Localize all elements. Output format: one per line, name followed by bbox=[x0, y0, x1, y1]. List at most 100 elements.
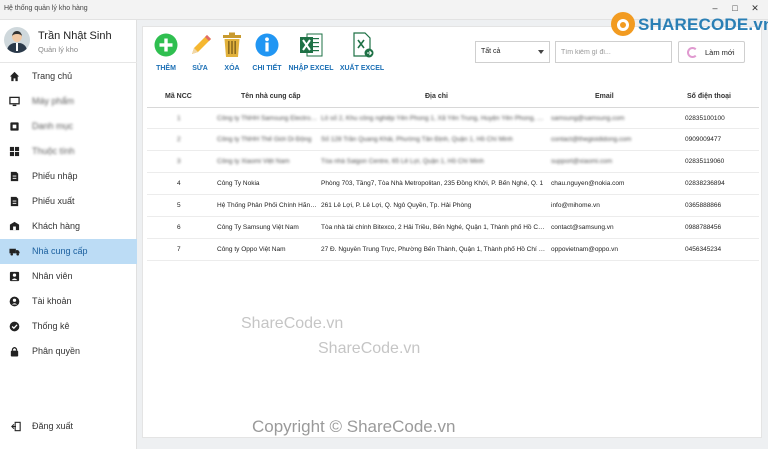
user-profile: Trần Nhật Sinh Quản lý kho bbox=[0, 20, 137, 63]
table-row[interactable]: 7 Công ty Oppo Việt Nam 27 Đ. Nguyễn Tru… bbox=[147, 239, 759, 261]
import-excel-button[interactable]: NHẬP EXCEL bbox=[287, 31, 335, 75]
table-row[interactable]: 2 Công ty TNHH Thế Giới Di Động Số 128 T… bbox=[147, 129, 759, 151]
refresh-button[interactable]: Làm mới bbox=[678, 41, 745, 63]
export-excel-button[interactable]: XUẤT EXCEL bbox=[339, 31, 385, 75]
column-header[interactable]: Email bbox=[595, 93, 614, 100]
cell-phone: 0988788456 bbox=[685, 224, 722, 231]
sidebar-item-label: Trang chủ bbox=[32, 71, 73, 81]
column-header[interactable]: Số điện thoại bbox=[687, 93, 731, 100]
cell-address: Tòa nhà Saigon Centre, 65 Lê Lợi, Quận 1… bbox=[321, 158, 484, 165]
window-title: Hệ thống quản lý kho hàng bbox=[4, 5, 88, 12]
sidebar-item-label: Thống kê bbox=[32, 321, 70, 331]
sidebar-item-label: Danh mục bbox=[32, 121, 74, 131]
add-label: THÊM bbox=[156, 65, 176, 72]
search-input[interactable] bbox=[555, 41, 672, 63]
table-row[interactable]: 6 Công Ty Samsung Việt Nam Tòa nhà tài c… bbox=[147, 217, 759, 239]
cell-email: samsung@samsung.com bbox=[551, 115, 625, 122]
check-circle-icon bbox=[9, 321, 20, 332]
table-row[interactable]: 1 Công ty TNHH Samsung Electronics Việt … bbox=[147, 107, 759, 129]
cell-email: info@mihome.vn bbox=[551, 202, 600, 209]
sharecode-logo-text: SHARECODE.vn bbox=[638, 15, 768, 34]
table-row[interactable]: 5 Hệ Thống Phân Phối Chính Hãng Xiaomi 2… bbox=[147, 195, 759, 217]
column-header[interactable]: Mã NCC bbox=[165, 93, 192, 100]
app-body: Trần Nhật Sinh Quản lý kho Trang chủ Máy… bbox=[0, 20, 768, 449]
sidebar-item-label: Nhà cung cấp bbox=[32, 246, 88, 256]
cell-id: 4 bbox=[177, 180, 181, 187]
cell-name: Công ty TNHH Thế Giới Di Động bbox=[217, 136, 312, 143]
cell-name: Công ty TNHH Samsung Electronics Việt Na… bbox=[217, 115, 317, 122]
edit-button[interactable]: SỬA bbox=[184, 31, 216, 75]
cell-email: chau.nguyen@nokia.com bbox=[551, 180, 625, 187]
sidebar-item-label: Phân quyền bbox=[32, 346, 81, 356]
cell-address: Phòng 703, Tầng7, Tòa Nhà Metropolitan, … bbox=[321, 180, 544, 187]
excel-icon bbox=[300, 33, 323, 57]
sidebar-item-customers[interactable]: Khách hàng bbox=[0, 214, 137, 239]
sidebar-item-label: Phiếu nhập bbox=[32, 171, 78, 181]
cell-address: Tòa nhà tài chính Bitexco, 2 Hải Triều, … bbox=[321, 224, 547, 231]
delete-button[interactable]: XÓA bbox=[216, 31, 248, 75]
document-out-icon bbox=[10, 196, 19, 207]
import-excel-label: NHẬP EXCEL bbox=[288, 65, 334, 72]
main-panel: THÊM SỬA XÓA CHI TIẾT NHẬP EXCEL XUẤT EX… bbox=[142, 26, 762, 438]
watermark-text: ShareCode.vn bbox=[241, 315, 344, 332]
column-header[interactable]: Địa chỉ bbox=[425, 93, 448, 100]
watermark-text: ShareCode.vn bbox=[318, 340, 421, 357]
home-icon bbox=[9, 71, 20, 82]
sidebar-item-label: Tài khoản bbox=[32, 296, 72, 306]
table-header: Mã NCC Tên nhà cung cấp Địa chỉ Email Số… bbox=[147, 87, 759, 107]
cell-address: Số 128 Trần Quang Khải, Phường Tân Định,… bbox=[321, 136, 513, 143]
plus-circle-icon bbox=[154, 33, 178, 57]
sidebar-item-import-receipt[interactable]: Phiếu nhập bbox=[0, 164, 137, 189]
sidebar: Trần Nhật Sinh Quản lý kho Trang chủ Máy… bbox=[0, 20, 137, 449]
detail-button[interactable]: CHI TIẾT bbox=[248, 31, 286, 75]
user-role: Quản lý kho bbox=[38, 45, 79, 54]
cell-email: contact@thegioididong.com bbox=[551, 136, 632, 143]
user-name: Trần Nhật Sinh bbox=[38, 30, 112, 42]
sidebar-item-account[interactable]: Tài khoản bbox=[0, 289, 137, 314]
sidebar-item-category[interactable]: Danh mục bbox=[0, 114, 137, 139]
info-icon bbox=[255, 33, 279, 57]
copyright-watermark: Copyright © ShareCode.vn bbox=[252, 417, 456, 436]
table-row[interactable]: 4 Công Ty Nokia Phòng 703, Tầng7, Tòa Nh… bbox=[147, 173, 759, 195]
add-button[interactable]: THÊM bbox=[148, 31, 184, 75]
sidebar-item-home[interactable]: Trang chủ bbox=[0, 64, 137, 89]
sidebar-item-suppliers[interactable]: Nhà cung cấp bbox=[0, 239, 137, 264]
cell-phone: 0909009477 bbox=[685, 136, 722, 143]
box-icon bbox=[10, 122, 19, 131]
customer-icon bbox=[9, 221, 20, 231]
edit-label: SỬA bbox=[192, 65, 208, 72]
cell-phone: 0456345234 bbox=[685, 246, 722, 253]
cell-email: contact@samsung.vn bbox=[551, 224, 614, 231]
sidebar-menu: Trang chủ Máy phẩm Danh mục Thuộc tính P… bbox=[0, 64, 137, 364]
cell-email: support@xiaomi.com bbox=[551, 158, 613, 165]
cell-name: Công ty Oppo Việt Nam bbox=[217, 246, 286, 253]
cell-id: 5 bbox=[177, 202, 181, 209]
truck-icon bbox=[9, 248, 20, 256]
supplier-table: Mã NCC Tên nhà cung cấp Địa chỉ Email Số… bbox=[147, 87, 759, 261]
sidebar-item-label: Thuộc tính bbox=[32, 146, 75, 156]
cell-id: 2 bbox=[177, 136, 181, 143]
monitor-icon bbox=[9, 96, 20, 107]
detail-label: CHI TIẾT bbox=[252, 65, 282, 72]
chevron-down-icon bbox=[538, 50, 544, 54]
sidebar-item-attributes[interactable]: Thuộc tính bbox=[0, 139, 137, 164]
cell-email: oppovietnam@oppo.vn bbox=[551, 246, 618, 253]
sidebar-item-export-receipt[interactable]: Phiếu xuất bbox=[0, 189, 137, 214]
cell-address: Lô số 2, Khu công nghiệp Yên Phong 1, Xã… bbox=[321, 115, 547, 122]
column-header[interactable]: Tên nhà cung cấp bbox=[241, 93, 301, 100]
trash-icon bbox=[223, 32, 241, 57]
cell-name: Công ty Xiaomi Việt Nam bbox=[217, 158, 290, 165]
table-row[interactable]: 3 Công ty Xiaomi Việt Nam Tòa nhà Saigon… bbox=[147, 151, 759, 173]
export-excel-label: XUẤT EXCEL bbox=[339, 65, 385, 72]
avatar bbox=[4, 27, 30, 53]
cell-phone: 02838236894 bbox=[685, 180, 725, 187]
filter-select[interactable]: Tất cả bbox=[475, 41, 550, 63]
sidebar-item-statistics[interactable]: Thống kê bbox=[0, 314, 137, 339]
logout-label: Đăng xuất bbox=[32, 421, 74, 431]
sidebar-item-staff[interactable]: Nhân viên bbox=[0, 264, 137, 289]
refresh-icon bbox=[687, 47, 698, 58]
sidebar-item-products[interactable]: Máy phẩm bbox=[0, 89, 137, 114]
logout-button[interactable]: Đăng xuất bbox=[0, 414, 137, 439]
refresh-label: Làm mới bbox=[705, 48, 735, 57]
sidebar-item-permissions[interactable]: Phân quyền bbox=[0, 339, 137, 364]
